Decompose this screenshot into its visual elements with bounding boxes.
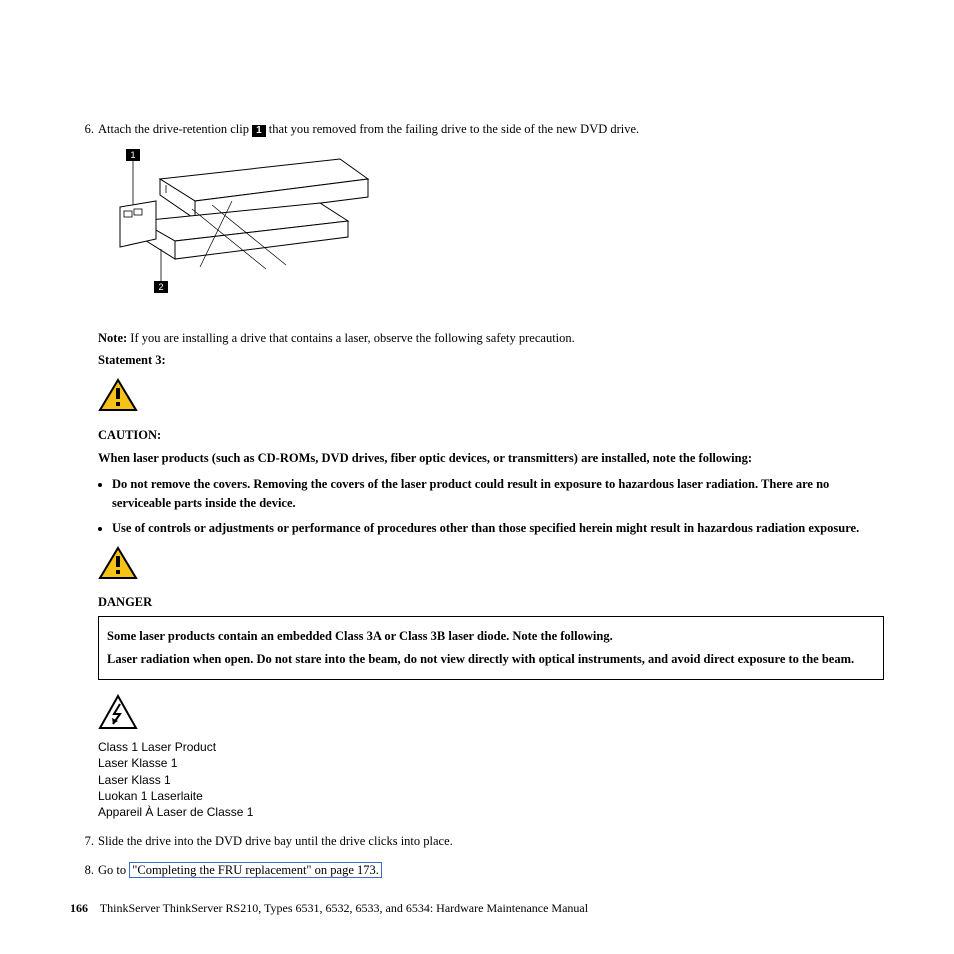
step-8-text-a: Go to: [98, 863, 129, 877]
page-body: 6. Attach the drive-retention clip 1 tha…: [0, 0, 954, 930]
fru-replacement-link[interactable]: "Completing the FRU replacement" on page…: [129, 862, 382, 878]
callout-2-label: 2: [158, 282, 163, 292]
step-6-text-b: that you removed from the failing drive …: [266, 122, 640, 136]
note-line: Note: If you are installing a drive that…: [98, 329, 884, 348]
laser-line-3: Laser Klass 1: [98, 772, 884, 788]
danger-p1: Some laser products contain an embedded …: [107, 627, 875, 646]
step-6: 6. Attach the drive-retention clip 1 tha…: [70, 120, 884, 139]
note-lead: Note:: [98, 331, 127, 345]
danger-p2: Laser radiation when open. Do not stare …: [107, 650, 875, 669]
note-section: Note: If you are installing a drive that…: [98, 329, 884, 821]
page-number: 166: [70, 901, 88, 915]
danger-triangle-icon: [98, 546, 884, 586]
step-7: 7. Slide the drive into the DVD drive ba…: [70, 832, 884, 851]
caution-intro: When laser products (such as CD-ROMs, DV…: [98, 449, 884, 468]
note-text: If you are installing a drive that conta…: [127, 331, 575, 345]
caution-bullet-2: Use of controls or adjustments or perfor…: [112, 519, 884, 538]
laser-line-2: Laser Klasse 1: [98, 755, 884, 771]
step-8: 8. Go to "Completing the FRU replacement…: [70, 861, 884, 880]
laser-class-list: Class 1 Laser Product Laser Klasse 1 Las…: [98, 739, 884, 820]
danger-box: Some laser products contain an embedded …: [98, 616, 884, 680]
callout-badge-1: 1: [252, 125, 266, 137]
step-text: Go to "Completing the FRU replacement" o…: [98, 861, 884, 880]
dvd-drive-illustration: 1 2: [110, 149, 884, 315]
step-text: Slide the drive into the DVD drive bay u…: [98, 832, 884, 851]
page-footer: 166 ThinkServer ThinkServer RS210, Types…: [70, 901, 588, 916]
step-text: Attach the drive-retention clip 1 that y…: [98, 120, 884, 139]
laser-line-1: Class 1 Laser Product: [98, 739, 884, 755]
statement-heading: Statement 3:: [98, 351, 884, 370]
electric-hazard-icon: [98, 694, 884, 736]
step-number: 7.: [70, 832, 98, 851]
danger-heading: DANGER: [98, 593, 884, 612]
caution-bullets: Do not remove the covers. Removing the c…: [98, 475, 884, 537]
laser-line-5: Appareil À Laser de Classe 1: [98, 804, 884, 820]
caution-triangle-icon: [98, 378, 884, 418]
step-number: 6.: [70, 120, 98, 139]
caution-heading: CAUTION:: [98, 426, 884, 445]
footer-text: ThinkServer ThinkServer RS210, Types 653…: [100, 901, 588, 915]
step-6-text-a: Attach the drive-retention clip: [98, 122, 252, 136]
callout-1-label: 1: [130, 150, 135, 160]
step-number: 8.: [70, 861, 98, 880]
laser-line-4: Luokan 1 Laserlaite: [98, 788, 884, 804]
caution-bullet-1: Do not remove the covers. Removing the c…: [112, 475, 884, 513]
